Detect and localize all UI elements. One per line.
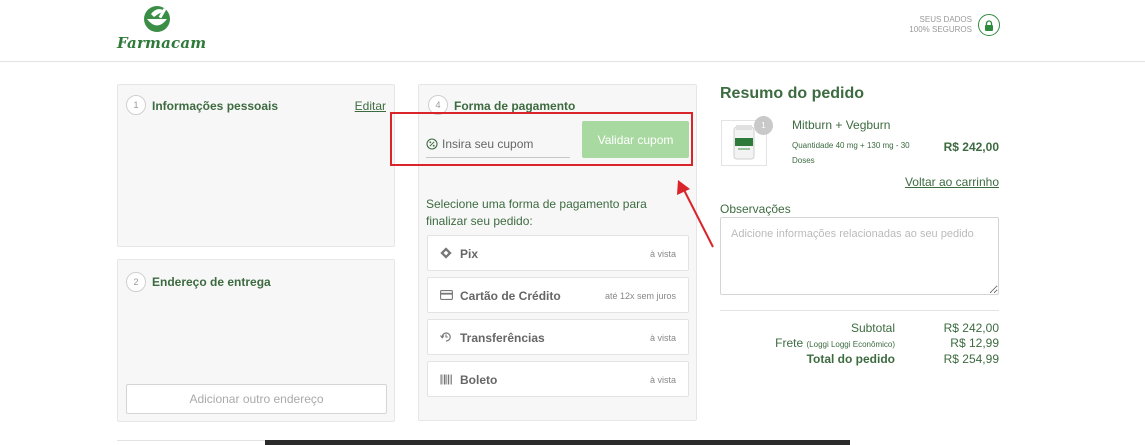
coupon-highlight-box xyxy=(390,112,693,166)
secure-badge: SEUS DADOS 100% SEGUROS xyxy=(909,14,1000,36)
payment-option-note: à vista xyxy=(649,375,676,385)
payment-option-pix[interactable]: Pix à vista xyxy=(427,235,689,271)
total-label: Total do pedido xyxy=(806,352,895,366)
subtotal-value: R$ 242,00 xyxy=(943,321,999,335)
pix-icon xyxy=(439,246,453,260)
shipping-value: R$ 12,99 xyxy=(950,336,999,350)
shipping-label: Frete xyxy=(775,336,804,350)
add-address-button[interactable]: Adicionar outro endereço xyxy=(126,384,387,414)
payment-option-note: à vista xyxy=(649,249,676,259)
payment-option-note: à vista xyxy=(649,333,676,343)
delivery-address-panel: 2 Endereço de entrega Adicionar outro en… xyxy=(117,259,395,422)
product-price: R$ 242,00 xyxy=(943,140,999,154)
product-name: Mitburn + Vegburn xyxy=(792,118,891,132)
product-description: Quantidade 40 mg + 130 mg - 30 Doses xyxy=(792,141,910,165)
edit-link[interactable]: Editar xyxy=(355,99,386,113)
back-to-cart-link[interactable]: Voltar ao carrinho xyxy=(850,175,999,189)
shipping-row-label: Frete (Loggi Loggi Econômico) xyxy=(720,336,895,350)
bottom-scrollbar[interactable] xyxy=(265,440,850,445)
secure-line-2: 100% SEGUROS xyxy=(909,25,972,34)
header: Farmacam SEUS DADOS 100% SEGUROS xyxy=(0,0,1145,62)
payment-option-boleto[interactable]: Boleto à vista xyxy=(427,361,689,397)
payment-option-label: Cartão de Crédito xyxy=(460,289,561,303)
barcode-icon xyxy=(439,372,453,386)
payment-title: Forma de pagamento xyxy=(454,99,576,113)
bottom-divider xyxy=(117,440,265,441)
payment-instructions: Selecione uma forma de pagamento para fi… xyxy=(426,197,647,228)
brand-logo[interactable]: Farmacam xyxy=(117,4,206,52)
step-number: 2 xyxy=(126,272,146,292)
transfer-icon xyxy=(439,330,453,344)
personal-info-panel: 1 Informações pessoais Editar xyxy=(117,84,395,247)
subtotal-label: Subtotal xyxy=(850,321,895,335)
lock-icon xyxy=(978,14,1000,36)
payment-option-transfer[interactable]: Transferências à vista xyxy=(427,319,689,355)
total-value: R$ 254,99 xyxy=(943,352,999,366)
totals-divider xyxy=(720,310,999,311)
order-summary-title: Resumo do pedido xyxy=(720,85,864,102)
payment-option-note: até 12x sem juros xyxy=(604,291,676,301)
credit-card-icon xyxy=(439,288,453,302)
personal-info-title: Informações pessoais xyxy=(152,99,279,113)
observations-textarea[interactable] xyxy=(720,217,999,295)
payment-option-label: Pix xyxy=(460,247,479,261)
secure-line-1: SEUS DADOS xyxy=(919,15,972,24)
shipping-detail: (Loggi Loggi Econômico) xyxy=(806,340,896,349)
payment-option-credit-card[interactable]: Cartão de Crédito até 12x sem juros xyxy=(427,277,689,313)
observations-label: Observações xyxy=(720,202,791,216)
payment-option-label: Transferências xyxy=(460,331,545,345)
quantity-badge: 1 xyxy=(754,116,773,135)
payment-option-label: Boleto xyxy=(460,373,498,387)
delivery-address-title: Endereço de entrega xyxy=(152,275,271,289)
step-number: 1 xyxy=(126,95,146,115)
brand-name: Farmacam xyxy=(117,34,207,52)
mortar-leaf-icon xyxy=(144,6,170,32)
